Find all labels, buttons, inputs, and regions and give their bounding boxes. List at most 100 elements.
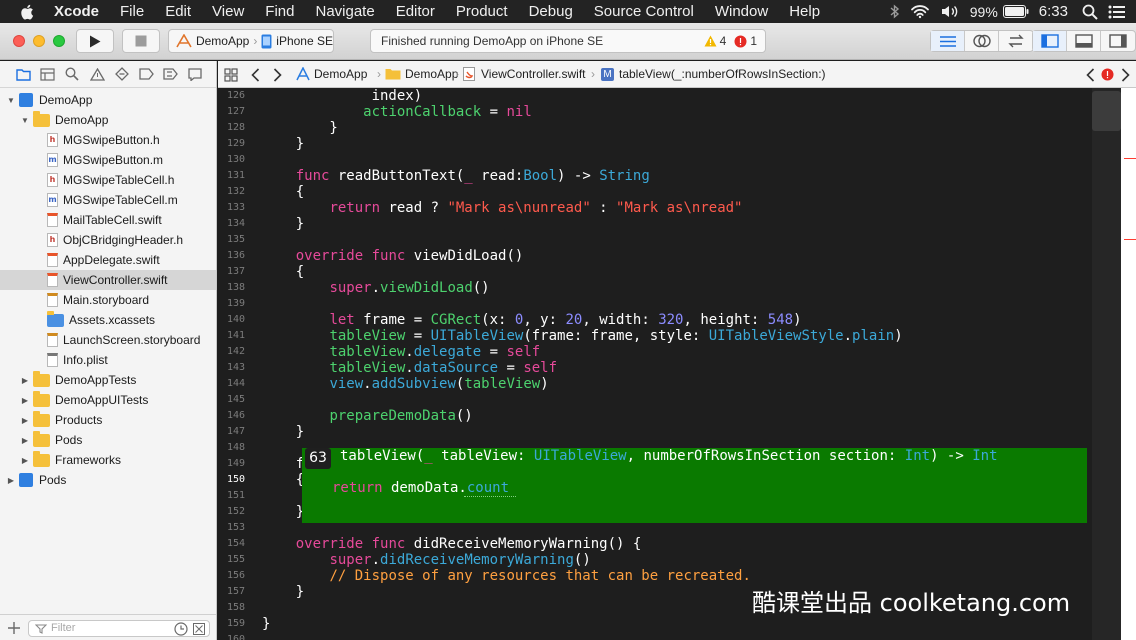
version-editor-button[interactable] (999, 31, 1033, 51)
navigator-item[interactable]: h MGSwipeTableCell.h (0, 170, 216, 190)
menu-find[interactable]: Find (265, 3, 294, 20)
nav-tab-project[interactable] (11, 68, 36, 81)
activity-viewer[interactable]: Finished running DemoApp on iPhone SE 4 … (370, 29, 766, 53)
navigator-item[interactable]: ▶ Pods (0, 430, 216, 450)
navigator-item[interactable]: m MGSwipeTableCell.m (0, 190, 216, 210)
window-close-button[interactable] (13, 35, 25, 47)
code-line[interactable]: // Dispose of any resources that can be … (262, 568, 750, 584)
forward-chevron-icon[interactable] (273, 68, 282, 82)
code-line[interactable]: index) (262, 88, 423, 104)
nav-tab-reports[interactable] (183, 67, 208, 81)
recent-files-icon[interactable] (174, 622, 188, 636)
issue-error-icon[interactable] (1101, 68, 1114, 81)
navigator-item[interactable]: MailTableCell.swift (0, 210, 216, 230)
filter-input[interactable]: Filter (28, 620, 210, 637)
code-line[interactable]: f (262, 456, 304, 472)
nav-tab-symbols[interactable] (36, 67, 61, 81)
menu-product[interactable]: Product (456, 3, 508, 20)
standard-editor-button[interactable] (931, 31, 965, 51)
warning-icon[interactable] (704, 35, 717, 47)
code-line[interactable]: { (262, 264, 304, 280)
window-minimize-button[interactable] (33, 35, 45, 47)
code-line[interactable]: func readButtonText(_ read:Bool) -> Stri… (262, 168, 650, 184)
stop-button[interactable] (122, 29, 160, 53)
window-zoom-button[interactable] (53, 35, 65, 47)
code-line[interactable]: tableView.delegate = self (262, 344, 540, 360)
menu-help[interactable]: Help (789, 3, 820, 20)
menu-edit[interactable]: Edit (165, 3, 191, 20)
code-line[interactable]: } (262, 616, 270, 632)
navigator-item[interactable]: h MGSwipeButton.h (0, 130, 216, 150)
navigator-item[interactable]: Assets.xcassets (0, 310, 216, 330)
navigator-item[interactable]: Main.storyboard (0, 290, 216, 310)
disclosure-closed-icon[interactable]: ▶ (19, 376, 31, 385)
toggle-utilities-button[interactable] (1101, 31, 1135, 51)
previous-issue-icon[interactable] (1086, 68, 1095, 82)
code-line[interactable]: } (262, 216, 304, 232)
back-chevron-icon[interactable] (251, 68, 260, 82)
nav-tab-find[interactable] (60, 67, 85, 81)
navigator-item[interactable]: ▶ DemoAppUITests (0, 390, 216, 410)
code-line[interactable]: return read ? "Mark as\nunread" : "Mark … (262, 200, 742, 216)
scrollbar-thumb[interactable] (1092, 91, 1121, 131)
code-line[interactable]: } (262, 584, 304, 600)
code-line[interactable]: prepareDemoData() (262, 408, 472, 424)
source-code-editor[interactable]: index) actionCallback = nil } } func rea… (252, 88, 1092, 640)
menu-source-control[interactable]: Source Control (594, 3, 694, 20)
nav-tab-issues[interactable] (85, 67, 110, 81)
code-line[interactable]: { (262, 184, 304, 200)
assistant-editor-button[interactable] (965, 31, 999, 51)
apple-logo-icon[interactable] (20, 4, 34, 20)
code-line[interactable]: } (262, 424, 304, 440)
navigator-item[interactable]: AppDelegate.swift (0, 250, 216, 270)
toggle-navigator-button[interactable] (1033, 31, 1067, 51)
notification-center-icon[interactable] (1108, 5, 1126, 19)
battery-icon[interactable] (1002, 5, 1029, 18)
code-completion-popup[interactable]: 63 tableView(_ tableView: UITableView, n… (302, 448, 1087, 523)
completion-signature[interactable]: tableView(_ tableView: UITableView, numb… (340, 448, 998, 464)
code-line[interactable]: override func didReceiveMemoryWarning() … (262, 536, 642, 552)
wifi-icon[interactable] (910, 4, 930, 19)
navigator-item[interactable]: m MGSwipeButton.m (0, 150, 216, 170)
disclosure-closed-icon[interactable]: ▶ (19, 396, 31, 405)
navigator-item[interactable]: h ObjCBridgingHeader.h (0, 230, 216, 250)
code-line[interactable]: actionCallback = nil (262, 104, 532, 120)
code-line[interactable]: override func viewDidLoad() (262, 248, 524, 264)
navigator-item[interactable]: ▼ DemoApp (0, 90, 216, 110)
volume-icon[interactable] (940, 4, 960, 19)
breadcrumb-group[interactable]: › DemoApp (377, 67, 458, 81)
bluetooth-icon[interactable] (890, 4, 900, 19)
code-line[interactable]: super.didReceiveMemoryWarning() (262, 552, 590, 568)
disclosure-open-icon[interactable]: ▼ (5, 96, 17, 105)
nav-tab-tests[interactable] (109, 67, 134, 81)
navigator-item[interactable]: ▶ Products (0, 410, 216, 430)
code-line[interactable]: view.addSubview(tableView) (262, 376, 548, 392)
disclosure-closed-icon[interactable]: ▶ (19, 416, 31, 425)
breadcrumb-file[interactable]: › ViewController.swift (455, 67, 585, 81)
code-line[interactable]: super.viewDidLoad() (262, 280, 489, 296)
code-line[interactable]: { (262, 472, 304, 488)
code-line[interactable]: let frame = CGRect(x: 0, y: 20, width: 3… (262, 312, 801, 328)
editor-minimap[interactable] (1121, 88, 1136, 640)
menu-file[interactable]: File (120, 3, 144, 20)
navigator-item[interactable]: LaunchScreen.storyboard (0, 330, 216, 350)
menu-clock[interactable]: 6:33 (1039, 3, 1068, 20)
navigator-item[interactable]: ▼ DemoApp (0, 110, 216, 130)
disclosure-closed-icon[interactable]: ▶ (19, 456, 31, 465)
code-line[interactable]: tableView.dataSource = self (262, 360, 557, 376)
code-line[interactable]: tableView = UITableView(frame: frame, st… (262, 328, 902, 344)
disclosure-closed-icon[interactable]: ▶ (19, 436, 31, 445)
nav-tab-debug[interactable] (134, 68, 159, 80)
disclosure-open-icon[interactable]: ▼ (19, 116, 31, 125)
spotlight-search-icon[interactable] (1082, 4, 1098, 20)
add-file-icon[interactable] (8, 622, 20, 634)
navigator-item[interactable]: ▶ DemoAppTests (0, 370, 216, 390)
menu-navigate[interactable]: Navigate (315, 3, 374, 20)
navigator-item[interactable]: Info.plist (0, 350, 216, 370)
breadcrumb-project[interactable]: DemoApp (296, 67, 367, 81)
code-line[interactable]: } (262, 136, 304, 152)
menu-app-xcode[interactable]: Xcode (54, 3, 99, 20)
run-button[interactable] (76, 29, 114, 53)
nav-tab-breakpoints[interactable] (159, 68, 184, 80)
source-control-filter-icon[interactable] (193, 623, 205, 635)
